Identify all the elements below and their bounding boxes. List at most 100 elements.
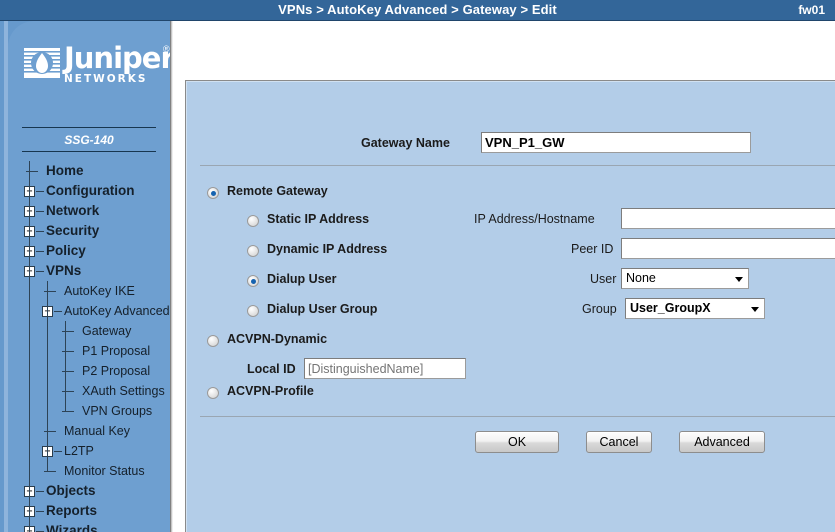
- sidebar-item-label: Monitor Status: [64, 464, 145, 478]
- logo-brand: Juniper: [64, 41, 170, 75]
- gateway-edit-panel: Gateway Name Remote Gateway Static IP Ad…: [185, 80, 835, 532]
- tree-connector: [36, 511, 44, 512]
- sidebar-item-vpns[interactable]: −VPNs: [8, 261, 170, 281]
- chevron-down-icon: [735, 277, 743, 282]
- remote-gateway-label: Remote Gateway: [227, 184, 328, 198]
- dynamic-ip-address-label: Dynamic IP Address: [267, 242, 388, 256]
- tree-connector: [62, 371, 74, 372]
- top-header-bar: VPNs > AutoKey Advanced > Gateway > Edit…: [0, 0, 835, 21]
- cancel-button[interactable]: Cancel: [586, 431, 652, 453]
- sidebar-item-network[interactable]: +Network: [8, 201, 170, 221]
- local-id-label: Local ID: [247, 362, 296, 376]
- acvpn-dynamic-label: ACVPN-Dynamic: [227, 332, 328, 346]
- sidebar-item-wizards[interactable]: +Wizards: [8, 521, 170, 532]
- tree-connector: [44, 431, 56, 432]
- section-divider-top: [200, 165, 835, 166]
- sidebar-item-label: Manual Key: [64, 424, 131, 438]
- device-name-label: fw01: [798, 3, 825, 17]
- section-divider-bottom: [200, 416, 835, 417]
- sidebar-item-label: Wizards: [46, 523, 98, 532]
- group-select[interactable]: User_GroupX: [625, 298, 765, 319]
- tree-connector: [36, 271, 44, 272]
- breadcrumb: VPNs > AutoKey Advanced > Gateway > Edit: [278, 2, 557, 17]
- dialup-user-label: Dialup User: [267, 272, 337, 286]
- sidebar-item-label: Policy: [46, 243, 86, 258]
- juniper-logo-icon: [24, 48, 60, 78]
- tree-connector: [36, 491, 44, 492]
- sidebar-item-p2-proposal[interactable]: P2 Proposal: [8, 361, 170, 381]
- tree-trunk-line: [29, 161, 30, 532]
- sidebar-item-xauth-settings[interactable]: XAuth Settings: [8, 381, 170, 401]
- sidebar-item-label: Network: [46, 203, 100, 218]
- sidebar-item-label: Gateway: [82, 324, 132, 338]
- sidebar-item-p1-proposal[interactable]: P1 Proposal: [8, 341, 170, 361]
- chevron-down-icon: [751, 307, 759, 312]
- sidebar-item-vpn-groups[interactable]: VPN Groups: [8, 401, 170, 421]
- screenos-web-ui: VPNs > AutoKey Advanced > Gateway > Edit…: [0, 0, 835, 532]
- tree-connector: [54, 311, 62, 312]
- user-select-value: None: [626, 271, 656, 285]
- sidebar-item-label: L2TP: [64, 444, 94, 458]
- tree-connector: [36, 231, 44, 232]
- radio-static-ip-address[interactable]: [247, 215, 259, 227]
- tree-connector: [36, 211, 44, 212]
- user-select[interactable]: None: [621, 268, 749, 289]
- content-left-shadow: [170, 21, 173, 532]
- tree-connector: [26, 171, 38, 172]
- sidebar-item-configuration[interactable]: +Configuration: [8, 181, 170, 201]
- sidebar-item-label: P1 Proposal: [82, 344, 151, 358]
- sidebar-item-manual-key[interactable]: Manual Key: [8, 421, 170, 441]
- radio-dialup-user[interactable]: [247, 275, 259, 287]
- device-model-label: SSG-140: [64, 133, 114, 147]
- peer-id-input[interactable]: [621, 238, 835, 259]
- juniper-logo: Juniper ® NETWORKS: [24, 43, 170, 89]
- sidebar-item-monitor-status[interactable]: Monitor Status: [8, 461, 170, 481]
- radio-dialup-user-group[interactable]: [247, 305, 259, 317]
- sidebar-item-label: Reports: [46, 503, 98, 518]
- ip-hostname-label: IP Address/Hostname: [474, 212, 595, 226]
- tree-connector: [36, 251, 44, 252]
- sidebar-item-security[interactable]: +Security: [8, 221, 170, 241]
- navigation-tree: Home +Configuration+Network+Security+Poli…: [8, 161, 170, 532]
- advanced-button[interactable]: Advanced: [679, 431, 765, 453]
- sidebar-item-home[interactable]: Home: [8, 161, 170, 181]
- ok-button[interactable]: OK: [475, 431, 559, 453]
- tree-trunk-line: [47, 281, 48, 471]
- radio-acvpn-dynamic[interactable]: [207, 335, 219, 347]
- sidebar-item-autokey-ike[interactable]: AutoKey IKE: [8, 281, 170, 301]
- logo-tagline: NETWORKS: [64, 73, 148, 85]
- radio-acvpn-profile[interactable]: [207, 387, 219, 399]
- radio-dynamic-ip-address[interactable]: [247, 245, 259, 257]
- group-select-value: User_GroupX: [630, 301, 711, 315]
- content-area: Gateway Name Remote Gateway Static IP Ad…: [170, 21, 835, 532]
- static-ip-address-label: Static IP Address: [267, 212, 370, 226]
- sidebar-item-reports[interactable]: +Reports: [8, 501, 170, 521]
- model-divider-top: [22, 127, 156, 128]
- sidebar-item-label: Home: [46, 163, 84, 178]
- ip-address-hostname-input[interactable]: [621, 208, 835, 229]
- sidebar-panel: Juniper ® NETWORKS SSG-140 Home +Configur…: [8, 21, 170, 532]
- tree-connector: [62, 331, 74, 332]
- sidebar-item-label: VPNs: [46, 263, 82, 278]
- tree-trunk-line: [65, 321, 66, 411]
- sidebar-item-autokey-advanced[interactable]: −AutoKey Advanced: [8, 301, 170, 321]
- sidebar-item-l2tp[interactable]: +L2TP: [8, 441, 170, 461]
- tree-connector: [62, 351, 74, 352]
- local-id-input[interactable]: [304, 358, 466, 379]
- sidebar-item-policy[interactable]: +Policy: [8, 241, 170, 261]
- sidebar-item-label: Objects: [46, 483, 96, 498]
- peer-id-label: Peer ID: [571, 242, 614, 256]
- sidebar: Juniper ® NETWORKS SSG-140 Home +Configur…: [0, 21, 170, 532]
- logo-registered-mark: ®: [163, 44, 170, 54]
- sidebar-item-label: AutoKey Advanced: [64, 304, 170, 318]
- gateway-name-input[interactable]: [481, 132, 751, 153]
- group-label: Group: [582, 302, 617, 316]
- user-label: User: [590, 272, 617, 286]
- sidebar-item-gateway[interactable]: Gateway: [8, 321, 170, 341]
- sidebar-item-label: AutoKey IKE: [64, 284, 135, 298]
- tree-connector: [54, 451, 62, 452]
- acvpn-profile-label: ACVPN-Profile: [227, 384, 314, 398]
- sidebar-item-objects[interactable]: +Objects: [8, 481, 170, 501]
- radio-remote-gateway[interactable]: [207, 187, 219, 199]
- model-divider-bottom: [22, 151, 156, 152]
